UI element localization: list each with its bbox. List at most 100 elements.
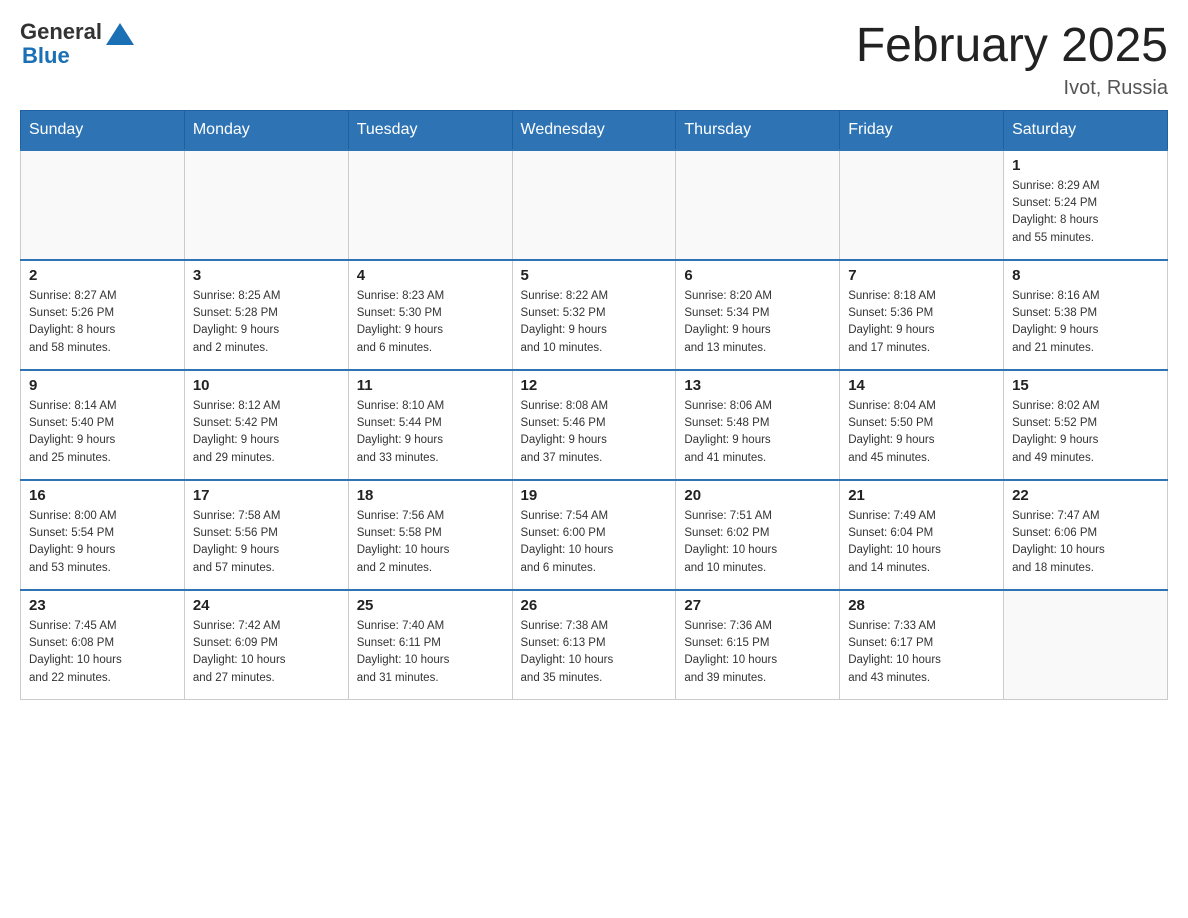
calendar-cell: 26Sunrise: 7:38 AMSunset: 6:13 PMDayligh…: [512, 590, 676, 700]
day-info: Sunrise: 8:18 AMSunset: 5:36 PMDaylight:…: [848, 288, 995, 357]
day-number: 15: [1012, 377, 1159, 394]
day-number: 4: [357, 267, 504, 284]
calendar-cell: 14 Sunrise: 8:04 AMSunset: 5:50 PMDayligh…: [840, 370, 1004, 480]
day-info: Sunrise: 7:33 AMSunset: 6:17 PMDaylight:…: [848, 618, 995, 687]
calendar-cell: 27 Sunrise: 7:36 AMSunset: 6:15 PMDayligh…: [676, 590, 840, 700]
calendar-cell: 8 Sunrise: 8:16 AMSunset: 5:38 PMDaylight…: [1004, 260, 1168, 370]
day-info: Sunrise: 8:16 AMSunset: 5:38 PMDaylight:…: [1012, 288, 1159, 357]
day-info: Sunrise: 8:12 AMSunset: 5:42 PMDaylight:…: [193, 398, 340, 467]
day-info: Sunrise: 8:27 AMSunset: 5:26 PMDaylight:…: [29, 288, 176, 357]
calendar-cell: 28 Sunrise: 7:33 AMSunset: 6:17 PMDayligh…: [840, 590, 1004, 700]
calendar-cell: 22 Sunrise: 7:47 AMSunset: 6:06 PMDayligh…: [1004, 480, 1168, 590]
calendar-cell: 21 Sunrise: 7:49 AMSunset: 6:04 PMDayligh…: [840, 480, 1004, 590]
column-header-sunday: Sunday: [21, 110, 185, 150]
day-number: 12: [521, 377, 668, 394]
day-number: 1: [1012, 157, 1159, 174]
calendar-cell: [1004, 590, 1168, 700]
calendar-cell: 10 Sunrise: 8:12 AMSunset: 5:42 PMDayligh…: [184, 370, 348, 480]
week-row-4: 16 Sunrise: 8:00 AMSunset: 5:54 PMDayligh…: [21, 480, 1168, 590]
column-header-saturday: Saturday: [1004, 110, 1168, 150]
day-info: Sunrise: 8:02 AMSunset: 5:52 PMDaylight:…: [1012, 398, 1159, 467]
day-info: Sunrise: 7:47 AMSunset: 6:06 PMDaylight:…: [1012, 508, 1159, 577]
column-header-friday: Friday: [840, 110, 1004, 150]
day-number: 23: [29, 597, 176, 614]
calendar-cell: [348, 150, 512, 260]
month-title: February 2025: [856, 20, 1168, 73]
calendar-cell: 5Sunrise: 8:22 AMSunset: 5:32 PMDaylight…: [512, 260, 676, 370]
day-number: 2: [29, 267, 176, 284]
page-header: General Blue February 2025 Ivot, Russia: [20, 20, 1168, 100]
calendar-cell: 24Sunrise: 7:42 AMSunset: 6:09 PMDayligh…: [184, 590, 348, 700]
title-block: February 2025 Ivot, Russia: [856, 20, 1168, 100]
day-info: Sunrise: 8:23 AMSunset: 5:30 PMDaylight:…: [357, 288, 504, 357]
day-info: Sunrise: 8:04 AMSunset: 5:50 PMDaylight:…: [848, 398, 995, 467]
day-number: 7: [848, 267, 995, 284]
logo-blue-text: Blue: [22, 44, 136, 68]
calendar-cell: 15 Sunrise: 8:02 AMSunset: 5:52 PMDayligh…: [1004, 370, 1168, 480]
day-number: 8: [1012, 267, 1159, 284]
column-header-wednesday: Wednesday: [512, 110, 676, 150]
column-header-thursday: Thursday: [676, 110, 840, 150]
day-info: Sunrise: 7:40 AMSunset: 6:11 PMDaylight:…: [357, 618, 504, 687]
calendar-cell: 1 Sunrise: 8:29 AMSunset: 5:24 PMDaylight…: [1004, 150, 1168, 260]
day-info: Sunrise: 7:49 AMSunset: 6:04 PMDaylight:…: [848, 508, 995, 577]
calendar-cell: 4 Sunrise: 8:23 AMSunset: 5:30 PMDaylight…: [348, 260, 512, 370]
day-number: 18: [357, 487, 504, 504]
calendar-cell: [840, 150, 1004, 260]
calendar-table: SundayMondayTuesdayWednesdayThursdayFrid…: [20, 110, 1168, 701]
day-number: 16: [29, 487, 176, 504]
day-info: Sunrise: 7:42 AMSunset: 6:09 PMDaylight:…: [193, 618, 340, 687]
logo: General Blue: [20, 20, 136, 68]
day-info: Sunrise: 7:45 AMSunset: 6:08 PMDaylight:…: [29, 618, 176, 687]
day-info: Sunrise: 8:20 AMSunset: 5:34 PMDaylight:…: [684, 288, 831, 357]
logo-general-text: General: [20, 20, 102, 44]
calendar-cell: 17 Sunrise: 7:58 AMSunset: 5:56 PMDayligh…: [184, 480, 348, 590]
day-number: 28: [848, 597, 995, 614]
day-number: 21: [848, 487, 995, 504]
day-info: Sunrise: 8:10 AMSunset: 5:44 PMDaylight:…: [357, 398, 504, 467]
day-number: 3: [193, 267, 340, 284]
day-number: 6: [684, 267, 831, 284]
day-info: Sunrise: 7:51 AMSunset: 6:02 PMDaylight:…: [684, 508, 831, 577]
column-header-monday: Monday: [184, 110, 348, 150]
week-row-3: 9Sunrise: 8:14 AMSunset: 5:40 PMDaylight…: [21, 370, 1168, 480]
day-number: 22: [1012, 487, 1159, 504]
calendar-cell: 2 Sunrise: 8:27 AMSunset: 5:26 PMDaylight…: [21, 260, 185, 370]
day-number: 10: [193, 377, 340, 394]
day-info: Sunrise: 7:54 AMSunset: 6:00 PMDaylight:…: [521, 508, 668, 577]
day-info: Sunrise: 8:25 AMSunset: 5:28 PMDaylight:…: [193, 288, 340, 357]
day-info: Sunrise: 7:36 AMSunset: 6:15 PMDaylight:…: [684, 618, 831, 687]
day-number: 14: [848, 377, 995, 394]
day-number: 17: [193, 487, 340, 504]
calendar-cell: 3 Sunrise: 8:25 AMSunset: 5:28 PMDaylight…: [184, 260, 348, 370]
day-info: Sunrise: 8:29 AMSunset: 5:24 PMDaylight:…: [1012, 178, 1159, 247]
calendar-cell: 11 Sunrise: 8:10 AMSunset: 5:44 PMDayligh…: [348, 370, 512, 480]
day-number: 27: [684, 597, 831, 614]
day-info: Sunrise: 7:58 AMSunset: 5:56 PMDaylight:…: [193, 508, 340, 577]
day-info: Sunrise: 8:08 AMSunset: 5:46 PMDaylight:…: [521, 398, 668, 467]
column-header-tuesday: Tuesday: [348, 110, 512, 150]
week-row-2: 2 Sunrise: 8:27 AMSunset: 5:26 PMDaylight…: [21, 260, 1168, 370]
day-number: 11: [357, 377, 504, 394]
day-info: Sunrise: 7:38 AMSunset: 6:13 PMDaylight:…: [521, 618, 668, 687]
calendar-cell: [512, 150, 676, 260]
day-number: 13: [684, 377, 831, 394]
calendar-cell: 25Sunrise: 7:40 AMSunset: 6:11 PMDayligh…: [348, 590, 512, 700]
location-label: Ivot, Russia: [856, 77, 1168, 100]
calendar-cell: 23 Sunrise: 7:45 AMSunset: 6:08 PMDayligh…: [21, 590, 185, 700]
calendar-cell: [184, 150, 348, 260]
calendar-cell: 6 Sunrise: 8:20 AMSunset: 5:34 PMDaylight…: [676, 260, 840, 370]
calendar-cell: 19Sunrise: 7:54 AMSunset: 6:00 PMDayligh…: [512, 480, 676, 590]
calendar-cell: [21, 150, 185, 260]
logo-triangle-icon: [106, 23, 134, 45]
calendar-cell: [676, 150, 840, 260]
day-info: Sunrise: 8:00 AMSunset: 5:54 PMDaylight:…: [29, 508, 176, 577]
calendar-cell: 12 Sunrise: 8:08 AMSunset: 5:46 PMDayligh…: [512, 370, 676, 480]
calendar-cell: 18 Sunrise: 7:56 AMSunset: 5:58 PMDayligh…: [348, 480, 512, 590]
day-number: 20: [684, 487, 831, 504]
calendar-cell: 20 Sunrise: 7:51 AMSunset: 6:02 PMDayligh…: [676, 480, 840, 590]
calendar-header-row: SundayMondayTuesdayWednesdayThursdayFrid…: [21, 110, 1168, 150]
calendar-cell: 16 Sunrise: 8:00 AMSunset: 5:54 PMDayligh…: [21, 480, 185, 590]
day-info: Sunrise: 7:56 AMSunset: 5:58 PMDaylight:…: [357, 508, 504, 577]
calendar-cell: 9Sunrise: 8:14 AMSunset: 5:40 PMDaylight…: [21, 370, 185, 480]
